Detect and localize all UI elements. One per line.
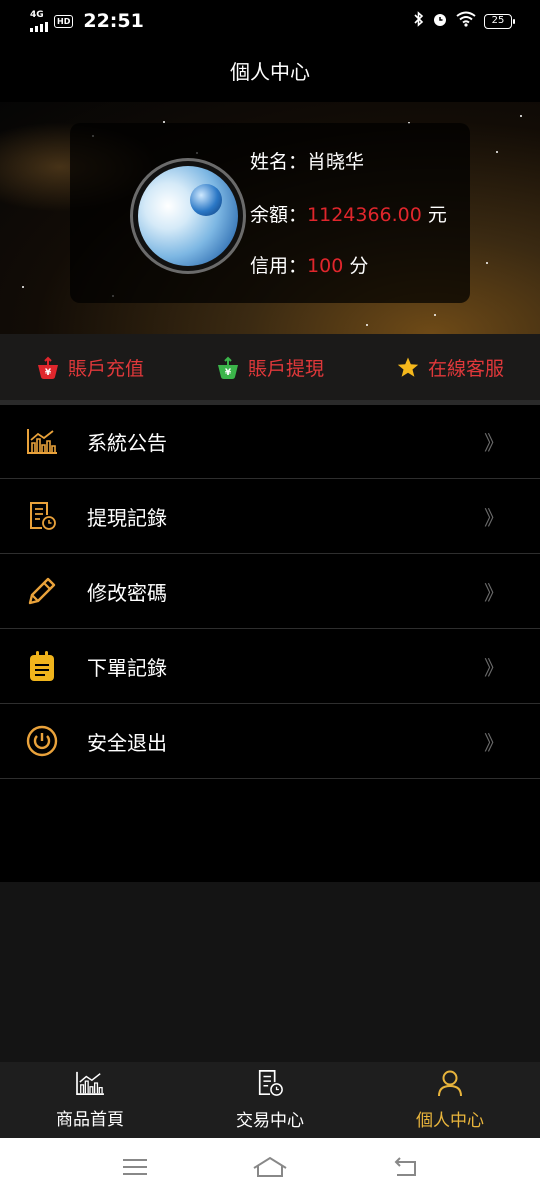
tab-label: 交易中心 [236, 1111, 304, 1131]
menu-item-change-password[interactable]: 修改密碼 》 [0, 554, 540, 629]
clock: 22:51 [83, 10, 144, 32]
balance-value: 1124366.00 [307, 204, 422, 226]
credit-label: 信用： [250, 255, 308, 277]
chevron-right-icon: 》 [484, 655, 504, 680]
quick-actions: ¥ 賬戶充值 ¥ 賬戶提現 在線客服 [0, 334, 540, 400]
menu-icon[interactable] [121, 1157, 149, 1181]
menu-item-logout[interactable]: 安全退出 》 [0, 704, 540, 779]
record-icon [25, 499, 59, 533]
chevron-right-icon: 》 [484, 580, 504, 605]
menu-item-announcements[interactable]: 系統公告 》 [0, 404, 540, 479]
profile-balance-row: 余額：1124366.00 元 [250, 200, 447, 227]
customer-service-button[interactable]: 在線客服 [360, 354, 540, 381]
home-icon[interactable] [252, 1156, 288, 1182]
signal-icon [30, 20, 48, 32]
alarm-icon [432, 11, 448, 31]
chart-icon [25, 424, 59, 458]
menu-item-withdraw-records[interactable]: 提現記錄 》 [0, 479, 540, 554]
empty-area [0, 882, 540, 1062]
credit-value: 100 [307, 255, 344, 277]
credit-unit: 分 [349, 255, 369, 277]
bluetooth-icon [414, 11, 424, 31]
star-icon [396, 356, 419, 378]
recharge-label: 賬戶充值 [67, 357, 144, 380]
menu-label: 系統公告 [87, 430, 167, 455]
avatar[interactable] [130, 158, 246, 274]
profile-credit-row: 信用：100 分 [250, 251, 368, 278]
recharge-basket-icon: ¥ [36, 356, 58, 379]
balance-label: 余額： [250, 204, 308, 226]
wifi-icon [456, 11, 476, 31]
chevron-right-icon: 》 [484, 430, 504, 455]
svg-text:¥: ¥ [225, 368, 232, 378]
clipboard-icon [25, 649, 59, 683]
customer-service-label: 在線客服 [427, 357, 504, 380]
tab-trading-center[interactable]: 交易中心 [180, 1062, 360, 1138]
tab-label: 商品首頁 [56, 1110, 124, 1130]
chevron-right-icon: 》 [484, 505, 504, 530]
tab-products-home[interactable]: 商品首頁 [0, 1062, 180, 1138]
system-navigation-bar [0, 1138, 540, 1200]
menu-label: 安全退出 [87, 730, 167, 755]
svg-text:¥: ¥ [45, 368, 52, 378]
battery-icon: 25 [484, 13, 515, 29]
withdraw-label: 賬戶提現 [247, 357, 324, 380]
user-icon [436, 1069, 464, 1102]
menu-label: 提現記錄 [87, 505, 167, 530]
name-label: 姓名： [250, 151, 308, 173]
profile-name-row: 姓名：肖晓华 [250, 147, 364, 174]
hd-badge: HD [54, 14, 74, 28]
back-icon[interactable] [391, 1156, 419, 1182]
page-title: 個人中心 [230, 60, 310, 84]
pencil-icon [25, 574, 59, 608]
power-icon [25, 724, 59, 758]
menu-label: 修改密碼 [87, 580, 167, 605]
record-icon [256, 1069, 284, 1102]
tab-label: 個人中心 [416, 1111, 484, 1131]
tab-personal-center[interactable]: 個人中心 [360, 1062, 540, 1138]
menu-label: 下單記錄 [87, 655, 167, 680]
menu-list: 系統公告 》 提現記錄 》 修改密碼 》 下單記錄 》 安全退出 》 [0, 404, 540, 779]
recharge-button[interactable]: ¥ 賬戶充值 [0, 354, 180, 381]
globe-image [190, 184, 222, 216]
bottom-tab-bar: 商品首頁 交易中心 個人中心 [0, 1062, 540, 1138]
chevron-right-icon: 》 [484, 730, 504, 755]
withdraw-basket-icon: ¥ [216, 356, 238, 379]
network-type: 4G [30, 9, 44, 20]
user-name: 肖晓华 [307, 151, 365, 173]
chart-icon [74, 1070, 106, 1101]
status-bar: 4G HD 22:51 25 [0, 0, 540, 42]
menu-item-order-records[interactable]: 下單記錄 》 [0, 629, 540, 704]
balance-unit: 元 [427, 204, 447, 226]
withdraw-button[interactable]: ¥ 賬戶提現 [180, 354, 360, 381]
